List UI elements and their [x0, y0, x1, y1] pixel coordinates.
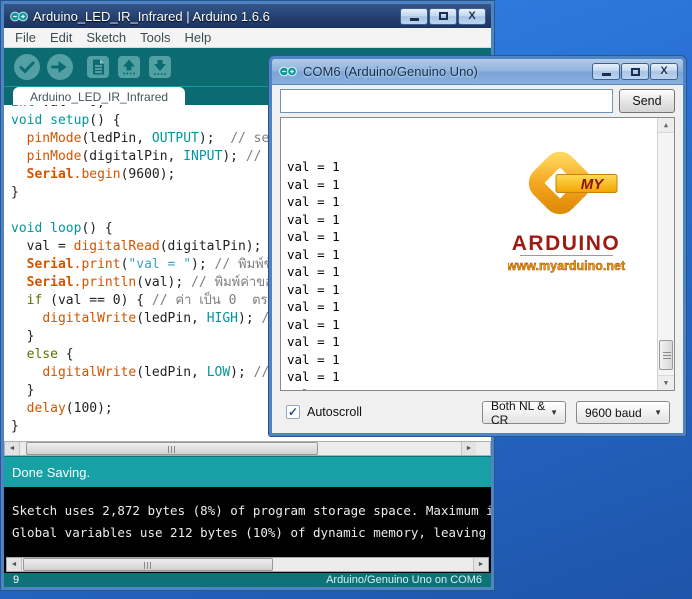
- serial-output-line: val = 1: [287, 211, 340, 227]
- autoscroll-label: Autoscroll: [307, 405, 362, 419]
- menu-tools[interactable]: Tools: [133, 30, 177, 45]
- serial-output-line: val = 1: [287, 369, 340, 384]
- serial-output-line: val = 1: [287, 281, 340, 297]
- arduino-logo-icon: [279, 66, 297, 77]
- main-titlebar[interactable]: Arduino_LED_IR_Infrared | Arduino 1.6.6 …: [4, 4, 491, 28]
- serial-output-line: val = 1: [287, 264, 340, 279]
- maximize-icon: [630, 67, 640, 76]
- status-bar: 9 Arduino/Genuino Uno on COM6: [4, 573, 491, 587]
- serial-bottom-bar: Autoscroll Both NL & CR ▼ 9600 baud ▼: [272, 391, 683, 433]
- serial-output-line: val = 1: [287, 334, 340, 349]
- maximize-icon: [438, 12, 448, 20]
- serial-output-line: val = 1: [287, 299, 340, 314]
- scroll-left-icon[interactable]: ◄: [7, 558, 22, 571]
- status-notice-text: Done Saving.: [12, 464, 91, 480]
- open-button[interactable]: [118, 56, 140, 78]
- new-sketch-icon: [87, 56, 109, 78]
- serial-output-line: val = 1: [287, 176, 340, 192]
- scroll-down-icon[interactable]: ▼: [658, 375, 674, 390]
- scroll-left-icon[interactable]: ◄: [5, 442, 20, 455]
- menu-file[interactable]: File: [8, 30, 43, 45]
- open-icon: [118, 56, 140, 78]
- close-button[interactable]: X: [458, 7, 486, 25]
- close-button[interactable]: X: [650, 63, 678, 80]
- upload-button[interactable]: [46, 53, 74, 81]
- minimize-icon: [601, 73, 611, 76]
- menu-sketch[interactable]: Sketch: [79, 30, 133, 45]
- send-button[interactable]: Send: [619, 89, 675, 113]
- minimize-icon: [409, 17, 419, 21]
- serial-output-line: val = 1: [287, 229, 340, 244]
- verify-icon: [14, 54, 40, 80]
- menu-edit[interactable]: Edit: [43, 30, 79, 45]
- arduino-logo-icon: [10, 11, 28, 21]
- serial-output-line: val = 1: [287, 316, 340, 332]
- baud-rate-dropdown[interactable]: 9600 baud ▼: [576, 401, 670, 424]
- serial-output-line: val = 1: [287, 159, 340, 174]
- close-icon: X: [660, 65, 668, 77]
- baud-rate-value: 9600 baud: [585, 405, 642, 420]
- minimize-button[interactable]: [400, 7, 428, 25]
- maximize-button[interactable]: [429, 7, 457, 25]
- scroll-up-icon[interactable]: ▲: [658, 118, 674, 133]
- new-sketch-button[interactable]: [87, 56, 109, 78]
- save-icon: [149, 56, 171, 78]
- status-notice: Done Saving.: [4, 456, 491, 487]
- menu-help[interactable]: Help: [177, 30, 218, 45]
- serial-send-input[interactable]: [280, 89, 613, 113]
- maximize-button[interactable]: [621, 63, 649, 80]
- serial-output-line: val = 1: [287, 351, 340, 367]
- serial-vscrollbar[interactable]: ▲ ▼: [657, 118, 674, 390]
- scroll-right-icon[interactable]: ►: [473, 558, 488, 571]
- close-icon: X: [468, 9, 476, 22]
- editor-hscroll-thumb[interactable]: [26, 442, 318, 455]
- status-line-number: 9: [13, 574, 20, 586]
- tab-sketch[interactable]: Arduino_LED_IR_Infrared: [13, 87, 185, 105]
- desktop-background: Arduino_LED_IR_Infrared | Arduino 1.6.6 …: [0, 0, 692, 599]
- line-ending-dropdown[interactable]: Both NL & CR ▼: [482, 399, 566, 427]
- console-hscrollbar[interactable]: ◄ ►: [4, 556, 491, 573]
- serial-output-line: val = 1: [287, 194, 340, 209]
- serial-vscroll-thumb[interactable]: [659, 340, 673, 370]
- console-line: Sketch uses 2,872 bytes (8%) of program …: [12, 503, 491, 518]
- save-button[interactable]: [149, 56, 171, 78]
- chevron-down-icon: ▼: [654, 408, 662, 417]
- autoscroll-checkbox[interactable]: [286, 405, 300, 419]
- window-title: Arduino_LED_IR_Infrared | Arduino 1.6.6: [33, 8, 270, 24]
- serial-titlebar[interactable]: COM6 (Arduino/Genuino Uno) X: [272, 59, 683, 85]
- console-line: Global variables use 212 bytes (10%) of …: [12, 525, 491, 540]
- serial-output-area[interactable]: val = 1 val = 1 val = 1 val = 1 val = 1 val =…: [280, 117, 675, 391]
- scroll-right-icon[interactable]: ►: [461, 442, 476, 455]
- console-output: Sketch uses 2,872 bytes (8%) of program …: [4, 487, 491, 556]
- upload-icon: [47, 54, 73, 80]
- editor-hscrollbar[interactable]: ◄ ►: [4, 441, 491, 456]
- serial-monitor-window: COM6 (Arduino/Genuino Uno) X Send val = …: [268, 55, 687, 437]
- chevron-down-icon: ▼: [550, 408, 558, 417]
- console-hscroll-thumb[interactable]: [23, 558, 273, 571]
- serial-window-title: COM6 (Arduino/Genuino Uno): [303, 64, 478, 79]
- send-button-label: Send: [632, 94, 662, 108]
- menu-bar: File Edit Sketch Tools Help: [4, 28, 491, 48]
- serial-output-line: val = 1: [287, 246, 340, 262]
- verify-button[interactable]: [13, 53, 41, 81]
- minimize-button[interactable]: [592, 63, 620, 80]
- status-board-port: Arduino/Genuino Uno on COM6: [326, 574, 482, 586]
